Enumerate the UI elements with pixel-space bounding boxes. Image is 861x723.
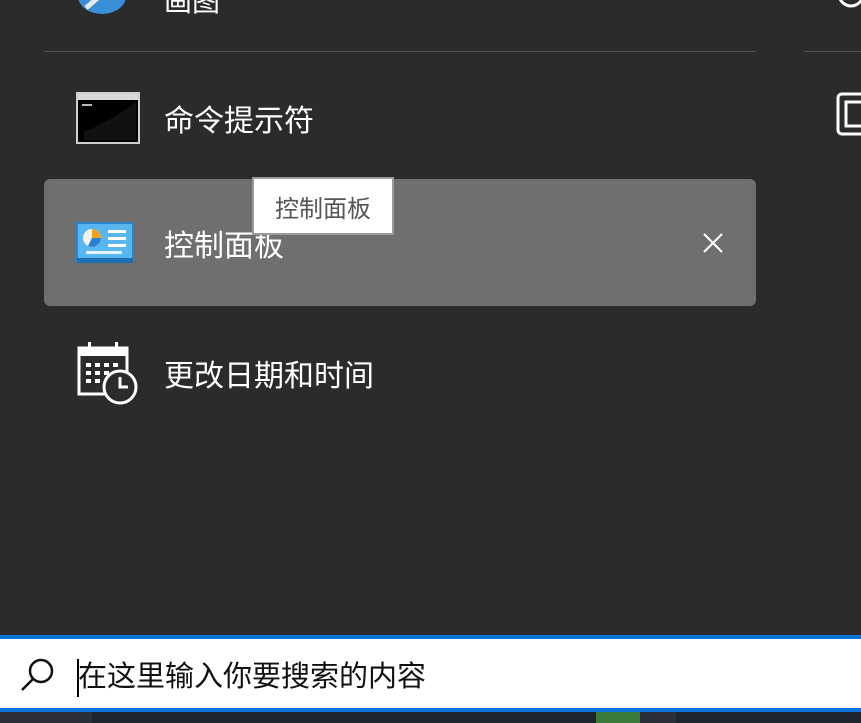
search-input[interactable] [78,651,838,701]
search-results-panel: 画图 命令提示符 控制面板 更改日期和时间 控制面板 [0,0,861,635]
search-bar[interactable] [0,635,861,712]
search-icon [21,658,54,691]
partial-icon [838,0,861,8]
result-label: 更改日期和时间 [164,358,374,394]
paint-icon [78,0,126,14]
close-icon[interactable] [700,230,726,256]
taskbar-app-button[interactable] [640,712,676,723]
taskbar-start-area[interactable] [0,712,92,723]
result-item-cmd[interactable]: 命令提示符 [44,54,756,181]
taskbar-app-button[interactable] [596,712,640,723]
partial-app-icon [836,92,861,136]
divider [44,51,756,52]
taskbar [0,712,861,723]
divider-right [804,51,861,52]
cmd-icon [76,91,140,144]
top-item-label[interactable]: 画图 [164,0,220,20]
control-panel-icon [76,221,134,263]
result-label: 命令提示符 [164,103,314,139]
calendar-clock-icon [77,341,138,404]
tooltip: 控制面板 [252,177,394,235]
result-item-date-time[interactable]: 更改日期和时间 [44,309,756,436]
result-item-control-panel[interactable]: 控制面板 [44,179,756,306]
